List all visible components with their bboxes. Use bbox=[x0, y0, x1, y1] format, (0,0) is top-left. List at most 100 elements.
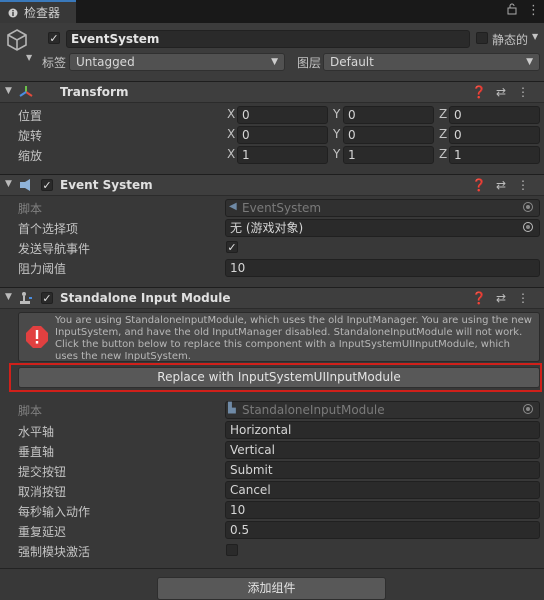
scale-y-field[interactable]: 1 bbox=[343, 146, 434, 164]
cancel-button-field[interactable]: Cancel bbox=[225, 481, 540, 499]
layer-dropdown[interactable]: Default ▼ bbox=[323, 53, 540, 71]
gameobject-header: ▼ ✓ EventSystem 静态的 ▼ 标签 Untagged ▼ 图层 D… bbox=[0, 23, 544, 82]
foldout-arrow-icon[interactable]: ▼ bbox=[5, 179, 12, 189]
preset-icon[interactable]: ⇄ bbox=[490, 178, 512, 192]
tab-bar: 检查器 ⋮ bbox=[0, 0, 544, 23]
axis-z-label[interactable]: Z bbox=[439, 127, 447, 141]
script-file-icon: ◀ bbox=[229, 201, 237, 212]
preset-icon[interactable]: ⇄ bbox=[490, 85, 512, 99]
input-actions-per-second-field[interactable]: 10 bbox=[225, 501, 540, 519]
static-checkbox[interactable] bbox=[476, 32, 488, 44]
axis-x-label[interactable]: X bbox=[227, 147, 235, 161]
help-icon[interactable]: ❓ bbox=[468, 291, 490, 305]
lock-icon[interactable] bbox=[507, 3, 517, 19]
object-picker-icon bbox=[523, 404, 533, 414]
foldout-arrow-icon[interactable]: ▼ bbox=[5, 292, 12, 302]
warning-helpbox: You are using StandaloneInputModule, whi… bbox=[18, 312, 540, 362]
foldout-arrow-icon[interactable]: ▼ bbox=[5, 86, 12, 96]
object-name-field[interactable]: EventSystem bbox=[66, 30, 470, 48]
first-selected-field[interactable]: 无 (游戏对象) bbox=[225, 219, 540, 237]
scale-x-field[interactable]: 1 bbox=[237, 146, 328, 164]
info-icon bbox=[8, 8, 18, 18]
event-system-component-header[interactable]: ▼ ✓ Event System ❓ ⇄ ⋮ bbox=[0, 174, 544, 196]
rotation-z-field[interactable]: 0 bbox=[449, 126, 540, 144]
tab-inspector[interactable]: 检查器 bbox=[0, 0, 76, 23]
more-options-icon[interactable]: ⋮ bbox=[512, 85, 534, 99]
chevron-down-icon: ▼ bbox=[526, 57, 533, 67]
axis-z-label[interactable]: Z bbox=[439, 107, 447, 121]
tag-value: Untagged bbox=[76, 55, 135, 69]
event-system-title: Event System bbox=[60, 178, 153, 192]
script-field: EventSystem bbox=[225, 199, 540, 217]
transform-title: Transform bbox=[60, 85, 129, 99]
position-z-field[interactable]: 0 bbox=[449, 106, 540, 124]
tag-dropdown[interactable]: Untagged ▼ bbox=[69, 53, 285, 71]
position-x-field[interactable]: 0 bbox=[237, 106, 328, 124]
object-picker-icon bbox=[523, 202, 533, 212]
axis-x-label[interactable]: X bbox=[227, 107, 235, 121]
object-picker-icon[interactable] bbox=[523, 222, 533, 232]
axis-y-label[interactable]: Y bbox=[333, 147, 340, 161]
standalone-input-module-header[interactable]: ▼ ✓ Standalone Input Module ❓ ⇄ ⋮ bbox=[0, 287, 544, 309]
scale-label: 缩放 bbox=[18, 149, 43, 163]
script-field: StandaloneInputModule bbox=[225, 401, 540, 419]
preset-icon[interactable]: ⇄ bbox=[490, 291, 512, 305]
add-component-button[interactable]: 添加组件 bbox=[157, 577, 386, 600]
vertical-axis-label: 垂直轴 bbox=[18, 445, 55, 459]
send-nav-checkbox[interactable]: ✓ bbox=[226, 241, 238, 253]
script-value: StandaloneInputModule bbox=[242, 403, 385, 417]
first-selected-label: 首个选择项 bbox=[18, 222, 79, 236]
warning-text: You are using StandaloneInputModule, whi… bbox=[55, 315, 532, 362]
layer-label: 图层 bbox=[297, 56, 322, 70]
chevron-down-icon[interactable]: ▼ bbox=[26, 53, 32, 62]
replace-module-button[interactable]: Replace with InputSystemUIInputModule bbox=[18, 367, 540, 388]
scale-z-field[interactable]: 1 bbox=[449, 146, 540, 164]
repeat-delay-label: 重复延迟 bbox=[18, 525, 67, 539]
input-actions-per-second-label: 每秒输入动作 bbox=[18, 505, 91, 519]
active-checkbox[interactable]: ✓ bbox=[48, 32, 60, 44]
chevron-down-icon: ▼ bbox=[271, 57, 278, 67]
vertical-axis-field[interactable]: Vertical bbox=[225, 441, 540, 459]
send-nav-label: 发送导航事件 bbox=[18, 242, 91, 256]
script-label: 脚本 bbox=[18, 202, 43, 216]
chevron-down-icon[interactable]: ▼ bbox=[532, 32, 538, 41]
help-icon[interactable]: ❓ bbox=[468, 178, 490, 192]
axis-z-label[interactable]: Z bbox=[439, 147, 447, 161]
drag-threshold-field[interactable]: 10 bbox=[225, 259, 540, 277]
axis-y-label[interactable]: Y bbox=[333, 107, 340, 121]
more-options-icon[interactable]: ⋮ bbox=[512, 178, 534, 192]
horizontal-axis-label: 水平轴 bbox=[18, 425, 55, 439]
repeat-delay-field[interactable]: 0.5 bbox=[225, 521, 540, 539]
component-tools: ❓ ⇄ ⋮ bbox=[468, 291, 534, 305]
drag-threshold-label: 阻力阈值 bbox=[18, 262, 67, 276]
more-options-icon[interactable]: ⋮ bbox=[512, 291, 534, 305]
position-y-field[interactable]: 0 bbox=[343, 106, 434, 124]
rotation-y-field[interactable]: 0 bbox=[343, 126, 434, 144]
position-label: 位置 bbox=[18, 109, 43, 123]
static-label: 静态的 bbox=[492, 33, 529, 47]
event-system-icon bbox=[18, 178, 34, 192]
divider bbox=[0, 568, 544, 569]
tag-label: 标签 bbox=[42, 56, 67, 70]
submit-button-label: 提交按钮 bbox=[18, 465, 67, 479]
standalone-title: Standalone Input Module bbox=[60, 291, 231, 305]
script-label: 脚本 bbox=[18, 404, 43, 418]
component-tools: ❓ ⇄ ⋮ bbox=[468, 178, 534, 192]
component-tools: ❓ ⇄ ⋮ bbox=[468, 85, 534, 99]
first-selected-value: 无 (游戏对象) bbox=[230, 221, 304, 235]
axis-x-label[interactable]: X bbox=[227, 127, 235, 141]
more-options-icon[interactable]: ⋮ bbox=[527, 3, 540, 18]
event-system-enabled-checkbox[interactable]: ✓ bbox=[41, 179, 53, 191]
help-icon[interactable]: ❓ bbox=[468, 85, 490, 99]
standalone-enabled-checkbox[interactable]: ✓ bbox=[41, 292, 53, 304]
rotation-x-field[interactable]: 0 bbox=[237, 126, 328, 144]
layer-value: Default bbox=[330, 55, 374, 69]
horizontal-axis-field[interactable]: Horizontal bbox=[225, 421, 540, 439]
force-module-active-checkbox[interactable] bbox=[226, 544, 238, 556]
rotation-label: 旋转 bbox=[18, 129, 43, 143]
transform-component-header[interactable]: ▼ Transform ❓ ⇄ ⋮ bbox=[0, 81, 544, 103]
script-file-icon: ▙ bbox=[228, 403, 236, 414]
axis-y-label[interactable]: Y bbox=[333, 127, 340, 141]
submit-button-field[interactable]: Submit bbox=[225, 461, 540, 479]
force-module-active-label: 强制模块激活 bbox=[18, 545, 91, 559]
